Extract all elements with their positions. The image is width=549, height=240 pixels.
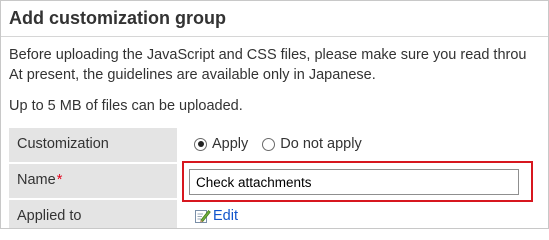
title-divider [1, 36, 548, 37]
upload-limit-note: Up to 5 MB of files can be uploaded. [9, 98, 243, 114]
customization-group-panel: Add customization group Before uploading… [0, 0, 549, 229]
customization-radio-group: Apply Do not apply [194, 136, 376, 152]
customization-row: Customization Apply Do not apply [9, 128, 548, 164]
apply-radio-label[interactable]: Apply [212, 136, 248, 152]
do-not-apply-radio[interactable] [262, 137, 276, 151]
name-label-text: Name [17, 172, 56, 188]
applied-to-label-text: Applied to [17, 208, 82, 224]
name-label: Name* [9, 164, 177, 198]
apply-radio[interactable] [194, 137, 207, 151]
do-not-apply-radio-option[interactable]: Do not apply [262, 136, 362, 152]
customization-label-text: Customization [17, 136, 109, 152]
pencil-edit-icon [195, 210, 211, 223]
page-title: Add customization group [9, 8, 226, 28]
name-input[interactable] [189, 169, 519, 195]
applied-to-label: Applied to [9, 200, 177, 228]
edit-link-label[interactable]: Edit [213, 208, 238, 224]
required-mark: * [56, 172, 63, 188]
edit-link[interactable]: Edit [194, 207, 238, 224]
customization-label: Customization [9, 128, 177, 162]
description-line-2: At present, the guidelines are available… [9, 67, 376, 83]
do-not-apply-radio-label[interactable]: Do not apply [280, 136, 361, 152]
description-line-1: Before uploading the JavaScript and CSS … [9, 47, 527, 63]
apply-radio-option[interactable]: Apply [194, 136, 248, 152]
applied-to-row: Applied to [9, 200, 548, 228]
